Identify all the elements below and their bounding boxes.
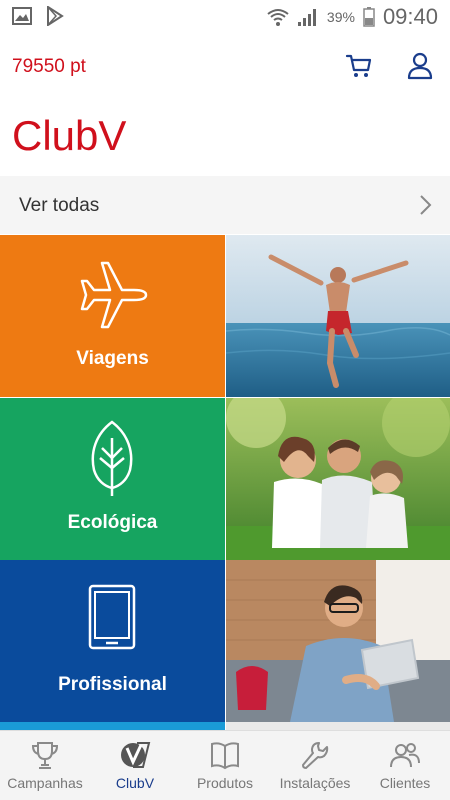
nav-label: ClubV	[115, 775, 155, 791]
nav-clientes[interactable]: Clientes	[360, 731, 450, 800]
nav-campanhas[interactable]: Campanhas	[0, 731, 90, 800]
nav-label: Clientes	[379, 775, 431, 791]
category-tile-ecologica[interactable]: Ecológica	[0, 398, 225, 560]
tablet-icon	[88, 584, 136, 650]
clubv-icon	[121, 742, 151, 768]
family-photo	[226, 398, 450, 560]
chevron-right-icon	[420, 195, 432, 215]
user-icon[interactable]	[405, 50, 435, 80]
see-all-row[interactable]: Ver todas	[0, 176, 450, 234]
bottom-nav: Campanhas ClubV Produtos Instalações Cli…	[0, 730, 450, 800]
see-all-label: Ver todas	[19, 195, 100, 216]
next-photo-strip	[226, 722, 450, 730]
clock: 09:40	[382, 4, 438, 29]
book-icon	[211, 742, 239, 770]
nav-label: Instalações	[279, 775, 351, 791]
battery-percent: 39%	[326, 9, 355, 25]
nav-instalacoes[interactable]: Instalações	[270, 731, 360, 800]
travel-photo	[226, 235, 450, 397]
next-category-strip	[0, 722, 225, 730]
gallery-icon	[12, 7, 32, 25]
category-label: Ecológica	[67, 512, 158, 533]
category-tile-viagens[interactable]: Viagens	[0, 235, 225, 397]
professional-photo	[226, 560, 450, 722]
wrench-icon	[302, 742, 329, 769]
category-label: Profissional	[58, 674, 167, 695]
page-title: ClubV	[12, 112, 127, 159]
trophy-icon	[31, 742, 59, 769]
nav-produtos[interactable]: Produtos	[180, 731, 270, 800]
leaf-icon	[91, 420, 133, 496]
points-balance: 79550 pt	[12, 56, 86, 77]
play-store-icon	[47, 6, 64, 26]
nav-label: Produtos	[196, 775, 254, 791]
status-bar: 39% 09:40	[0, 0, 450, 32]
people-icon	[390, 743, 420, 768]
category-tile-profissional[interactable]: Profissional	[0, 560, 225, 722]
wifi-icon	[267, 9, 289, 26]
nav-clubv[interactable]: ClubV	[90, 731, 180, 800]
airplane-icon	[80, 261, 148, 329]
category-label: Viagens	[76, 348, 149, 369]
cart-icon[interactable]	[344, 50, 374, 80]
signal-icon	[297, 9, 316, 26]
battery-icon	[363, 7, 375, 27]
nav-label: Campanhas	[7, 775, 83, 791]
